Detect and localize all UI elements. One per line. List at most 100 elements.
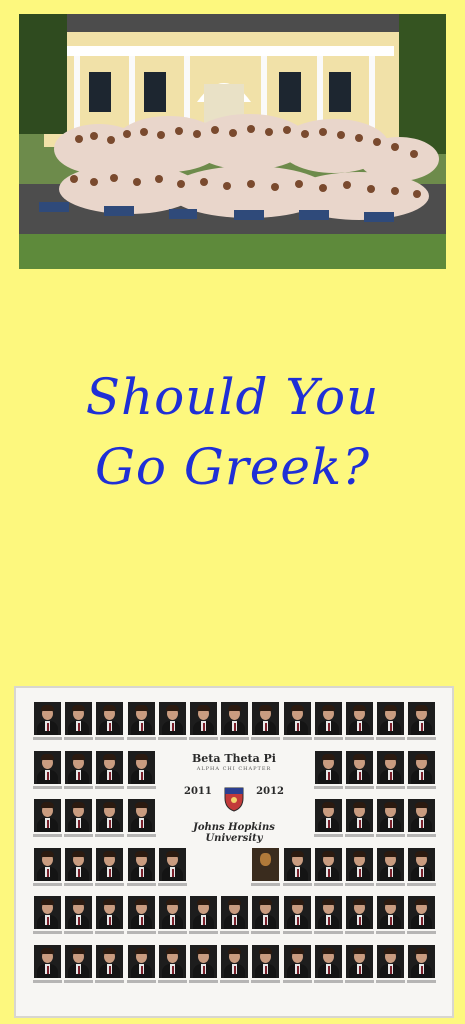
composite-portrait-caption xyxy=(314,883,343,886)
composite-portrait-caption xyxy=(220,737,249,740)
composite-dog-portrait xyxy=(252,848,279,881)
composite-portrait xyxy=(377,751,404,784)
composite-portrait xyxy=(128,702,155,735)
composite-portrait xyxy=(96,896,123,929)
composite-portrait-caption xyxy=(95,737,124,740)
composite-portrait-caption xyxy=(220,931,249,934)
composite-portrait xyxy=(128,848,155,881)
composite-portrait xyxy=(190,702,217,735)
composite-portrait-caption xyxy=(314,737,343,740)
composite-portrait xyxy=(190,896,217,929)
composite-portrait-caption xyxy=(189,931,218,934)
composite-portrait-caption xyxy=(64,931,93,934)
composite-portrait xyxy=(408,751,435,784)
composite-portrait-caption xyxy=(95,980,124,983)
composite-portrait xyxy=(315,896,342,929)
composite-portrait-caption xyxy=(407,834,436,837)
composite-portrait xyxy=(96,702,123,735)
composite-portrait xyxy=(159,945,186,978)
composite-portrait-caption xyxy=(64,786,93,789)
composite-portrait-caption xyxy=(345,737,374,740)
composite-year-end: 2012 xyxy=(256,786,284,797)
composite-portrait-caption xyxy=(314,980,343,983)
composite-portrait xyxy=(128,896,155,929)
composite-portrait-caption xyxy=(314,931,343,934)
composite-portrait-caption xyxy=(95,834,124,837)
composite-portrait xyxy=(96,848,123,881)
composite-portrait xyxy=(377,896,404,929)
headline-line-2: Go Greek? xyxy=(94,438,371,496)
composite-portrait-caption xyxy=(345,786,374,789)
composite-portrait xyxy=(128,945,155,978)
composite-portrait-caption xyxy=(33,883,62,886)
composite-portrait-caption xyxy=(33,980,62,983)
composite-portrait xyxy=(252,702,279,735)
composite-portrait-caption xyxy=(127,980,156,983)
composite-portrait-caption xyxy=(251,931,280,934)
composite-portrait-caption xyxy=(189,980,218,983)
composite-portrait xyxy=(128,799,155,832)
composite-portrait xyxy=(34,751,61,784)
fraternity-crest-icon xyxy=(224,787,244,812)
composite-portrait xyxy=(65,848,92,881)
composite-portrait-caption xyxy=(127,786,156,789)
composite-portrait xyxy=(159,896,186,929)
composite-portrait-caption xyxy=(158,737,187,740)
composite-portrait-caption xyxy=(33,786,62,789)
composite-portrait xyxy=(34,896,61,929)
composite-portrait-caption xyxy=(189,737,218,740)
composite-portrait xyxy=(408,702,435,735)
composite-portrait-caption xyxy=(64,834,93,837)
headline-line-1: Should You xyxy=(85,368,380,426)
composite-portrait xyxy=(377,702,404,735)
composite-portrait xyxy=(284,945,311,978)
composite-portrait xyxy=(159,702,186,735)
composite-portrait-caption xyxy=(127,931,156,934)
composite-portrait xyxy=(65,896,92,929)
composite-portrait-caption xyxy=(345,883,374,886)
composite-school-line-2: University xyxy=(205,833,263,844)
composite-portrait xyxy=(346,799,373,832)
composite-portrait-caption xyxy=(251,737,280,740)
composite-portrait xyxy=(34,799,61,832)
composite-portrait-caption xyxy=(345,834,374,837)
composite-title: Beta Theta Pi xyxy=(191,752,276,765)
composite-portrait-caption xyxy=(376,786,405,789)
composite-portrait xyxy=(346,848,373,881)
composite-portrait-caption xyxy=(314,786,343,789)
composite-portrait xyxy=(128,751,155,784)
composite-portrait-caption xyxy=(345,980,374,983)
composite-portrait xyxy=(252,945,279,978)
composite-portrait-caption xyxy=(376,883,405,886)
composite-portrait xyxy=(221,896,248,929)
composite-portrait-caption xyxy=(407,980,436,983)
composite-portrait xyxy=(252,896,279,929)
composite-portrait-caption xyxy=(95,931,124,934)
composite-portrait xyxy=(346,896,373,929)
composite-portrait-caption xyxy=(95,786,124,789)
composite-portrait xyxy=(346,702,373,735)
composite-portrait xyxy=(408,799,435,832)
composite-portrait xyxy=(65,751,92,784)
composite-portrait xyxy=(408,945,435,978)
composite-portrait-caption xyxy=(127,883,156,886)
sorority-group-photo xyxy=(19,14,446,269)
composite-portrait-caption xyxy=(314,834,343,837)
composite-portrait xyxy=(315,799,342,832)
composite-portrait-caption xyxy=(407,931,436,934)
composite-portrait xyxy=(315,945,342,978)
composite-portrait xyxy=(65,702,92,735)
composite-portrait xyxy=(34,848,61,881)
composite-portrait-caption xyxy=(33,737,62,740)
composite-portrait xyxy=(408,896,435,929)
composite-portrait xyxy=(159,848,186,881)
composite-school-line-1: Johns Hopkins xyxy=(193,822,275,833)
composite-portrait-caption xyxy=(407,737,436,740)
composite-portrait-caption xyxy=(158,883,187,886)
composite-portrait-caption xyxy=(283,883,312,886)
composite-portrait-caption xyxy=(407,786,436,789)
composite-portrait xyxy=(346,945,373,978)
composite-portrait-caption xyxy=(251,980,280,983)
composite-portrait-caption xyxy=(376,737,405,740)
composite-portrait-caption xyxy=(33,834,62,837)
